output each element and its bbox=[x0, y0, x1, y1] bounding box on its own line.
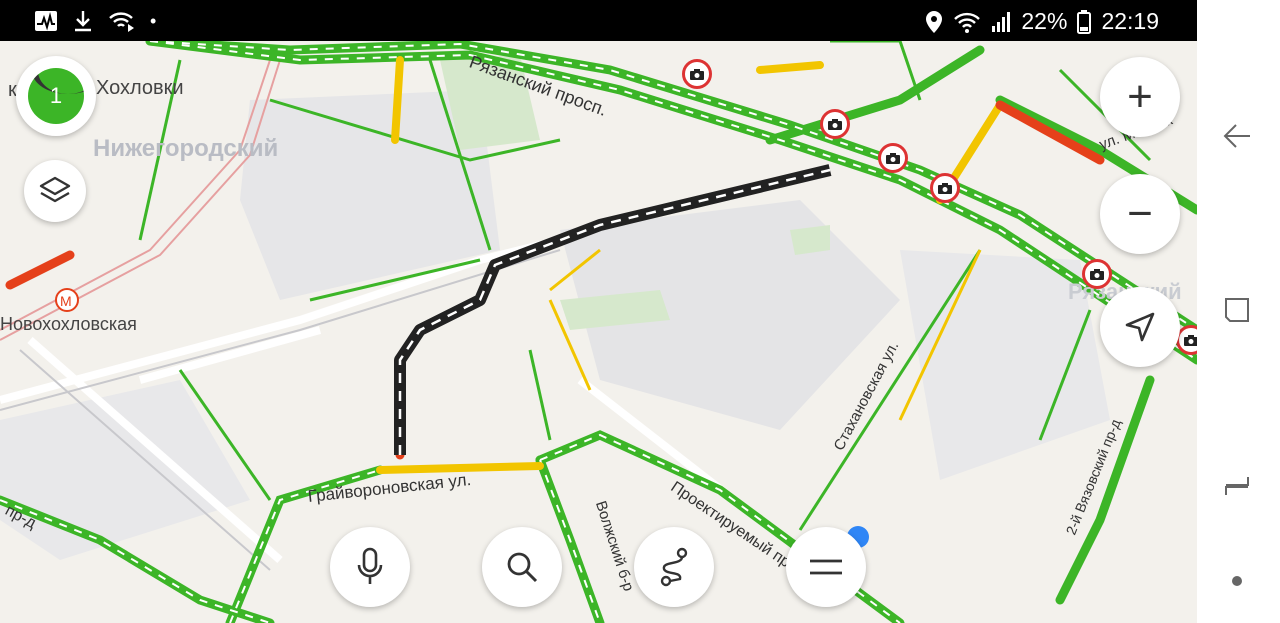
home-dot-icon bbox=[1232, 576, 1242, 586]
system-nav-bar bbox=[1197, 0, 1280, 623]
clock: 22:19 bbox=[1101, 8, 1159, 34]
search-icon bbox=[507, 552, 538, 583]
dot-icon: • bbox=[150, 10, 157, 31]
back-icon bbox=[1223, 124, 1250, 148]
wifi-icon bbox=[954, 12, 981, 33]
zoom-in-label: + bbox=[1127, 72, 1153, 121]
activity-icon bbox=[35, 11, 57, 31]
mic-icon bbox=[357, 547, 383, 584]
wifi-call-icon bbox=[109, 12, 134, 32]
traffic-score-value: 1 bbox=[49, 83, 63, 108]
my-location-button[interactable] bbox=[1100, 287, 1180, 367]
layers-icon bbox=[39, 176, 71, 203]
speed-camera-icon[interactable] bbox=[930, 173, 960, 203]
download-icon bbox=[75, 11, 91, 32]
battery-percent: 22% bbox=[1021, 8, 1068, 34]
zoom-in-button[interactable]: + bbox=[1100, 57, 1180, 137]
voice-search-button[interactable] bbox=[330, 527, 410, 607]
navigation-arrow-icon bbox=[1125, 312, 1155, 342]
switch-app-button[interactable] bbox=[1217, 466, 1257, 506]
speed-camera-icon[interactable] bbox=[878, 143, 908, 173]
route-icon bbox=[660, 547, 688, 587]
speed-camera-icon[interactable] bbox=[1082, 259, 1112, 289]
home-button[interactable] bbox=[1217, 561, 1257, 601]
zoom-out-label: − bbox=[1127, 189, 1153, 238]
svg-text:M: M bbox=[60, 293, 72, 309]
speed-camera-icon[interactable] bbox=[682, 59, 712, 89]
menu-button[interactable] bbox=[786, 527, 866, 607]
battery-icon bbox=[1077, 9, 1092, 34]
metro-label: Новохохловская bbox=[0, 314, 137, 334]
status-bar: • 22% 22:19 bbox=[0, 0, 1197, 41]
traffic-score-button[interactable]: 1 bbox=[16, 56, 96, 136]
district-label: Нижегородский bbox=[93, 135, 279, 162]
menu-icon bbox=[810, 559, 842, 575]
switch-icon bbox=[1225, 477, 1249, 495]
signal-icon bbox=[992, 11, 1011, 32]
layers-button[interactable] bbox=[24, 160, 86, 222]
recent-apps-button[interactable] bbox=[1217, 290, 1257, 330]
recent-apps-icon bbox=[1225, 298, 1249, 322]
place-label: Хохловки bbox=[96, 77, 184, 99]
back-button[interactable] bbox=[1217, 116, 1257, 156]
speed-camera-icon[interactable] bbox=[820, 109, 850, 139]
route-button[interactable] bbox=[634, 527, 714, 607]
search-button[interactable] bbox=[482, 527, 562, 607]
location-icon bbox=[926, 10, 943, 33]
zoom-out-button[interactable]: − bbox=[1100, 174, 1180, 254]
map-view[interactable]: M Нижегородский Хохловки к Новохохловска… bbox=[0, 41, 1197, 623]
map-canvas: M bbox=[0, 41, 1197, 623]
